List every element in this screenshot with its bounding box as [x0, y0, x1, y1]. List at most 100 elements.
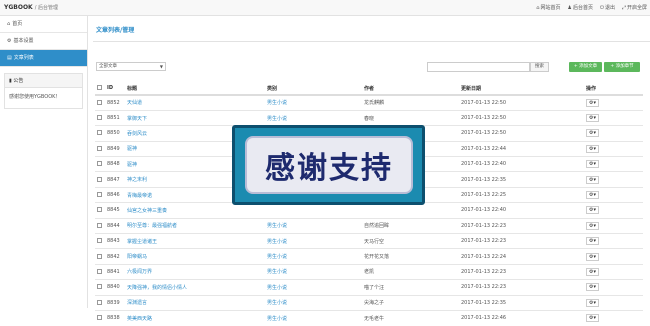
row-actions-cell: ⚙▾ — [584, 109, 643, 126]
row-title-link[interactable]: 明尔至尊：最强福航者 — [125, 217, 265, 234]
row-checkbox[interactable] — [97, 299, 102, 305]
row-checkbox[interactable] — [97, 238, 102, 244]
gear-icon[interactable]: ⚙▾ — [586, 98, 599, 107]
row-id: 8845 — [105, 202, 125, 219]
gear-icon[interactable]: ⚙▾ — [586, 206, 599, 215]
row-checkbox[interactable] — [97, 115, 102, 121]
row-checkbox[interactable] — [97, 207, 102, 213]
top-links: ⌂网站首页 ♟后台首页 ⏻退出 ⤢开启全屏 — [536, 4, 647, 11]
row-checkbox[interactable] — [97, 176, 102, 182]
brand-name[interactable]: YGBOOK — [4, 4, 33, 11]
add-chapter-button[interactable]: + 添加章节 — [604, 62, 640, 72]
col-id: ID — [105, 82, 125, 96]
row-checkbox[interactable] — [97, 192, 102, 198]
select-all-checkbox[interactable] — [97, 85, 102, 90]
row-checkbox[interactable] — [97, 130, 102, 136]
gear-icon[interactable]: ⚙▾ — [586, 283, 599, 292]
row-actions-cell: ⚙▾ — [584, 202, 643, 219]
page-title: 文章列表/管理 — [96, 27, 135, 34]
gear-icon[interactable]: ⚙▾ — [586, 221, 599, 230]
row-title-link[interactable]: 掌握尘道诸王 — [125, 233, 265, 249]
row-id: 8847 — [105, 171, 125, 188]
row-title-link[interactable]: 天仙道 — [125, 94, 265, 111]
row-category-link[interactable]: 男生小说 — [265, 279, 362, 296]
row-category-link[interactable]: 男生小说 — [265, 294, 362, 311]
row-checkbox[interactable] — [97, 268, 102, 274]
row-id: 8852 — [105, 94, 125, 111]
link-site-home[interactable]: ⌂网站首页 — [536, 4, 560, 11]
link-logout[interactable]: ⏻退出 — [600, 4, 615, 11]
row-date: 2017-01-13 22:35 — [459, 294, 584, 311]
add-article-button[interactable]: + 添加文章 — [569, 62, 602, 72]
row-author: 无毛老牛 — [362, 309, 459, 326]
row-select-cell — [95, 233, 105, 249]
user-icon: ♟ — [567, 5, 572, 11]
row-title-link[interactable]: 英美西天路 — [125, 309, 265, 326]
row-title-link[interactable]: 掌御天下 — [125, 109, 265, 126]
gear-icon[interactable]: ⚙▾ — [586, 191, 599, 200]
sidebar-item-home[interactable]: ⌂ 首页 — [0, 16, 87, 33]
category-filter-select[interactable]: 全部文章 ▼ — [96, 62, 166, 71]
gear-icon[interactable]: ⚙▾ — [586, 129, 599, 138]
row-checkbox[interactable] — [97, 253, 102, 259]
row-category-link[interactable] — [265, 202, 362, 219]
row-checkbox[interactable] — [97, 161, 102, 167]
gear-icon[interactable]: ⚙▾ — [586, 175, 599, 184]
row-author: 花开花又落 — [362, 248, 459, 265]
link-fullscreen-label: 开启全屏 — [626, 5, 647, 11]
search-button[interactable]: 搜索 — [530, 62, 549, 72]
thanks-overlay-banner: 感谢支持 — [232, 125, 425, 205]
notice-panel: ▮ 公告 感谢您使用YGBOOK！ — [4, 73, 83, 109]
row-author: 老凯 — [362, 263, 459, 280]
row-title-link[interactable]: 深渊遗言 — [125, 294, 265, 311]
row-select-cell — [95, 94, 105, 111]
table-header-row: ID 标题 类别 作者 更新日期 操作 — [95, 82, 643, 96]
row-select-cell — [95, 217, 105, 234]
brand-logo[interactable]: YGBOOK / 后台管理 — [4, 4, 58, 11]
table-row: 8840 天降强神，我的情侣小情人 男生小说 喵了个汪 2017-01-13 22:23… — [95, 279, 643, 296]
gear-icon[interactable]: ⚙▾ — [586, 237, 599, 246]
divider — [93, 41, 650, 42]
gear-icon[interactable]: ⚙▾ — [586, 252, 599, 261]
gear-icon[interactable]: ⚙▾ — [586, 298, 599, 307]
row-category-link[interactable]: 男生小说 — [265, 94, 362, 111]
gear-icon[interactable]: ⚙▾ — [586, 314, 599, 323]
row-category-link[interactable]: 男生小说 — [265, 233, 362, 249]
row-category-link[interactable]: 男生小说 — [265, 309, 362, 326]
row-author: 尖海之子 — [362, 294, 459, 311]
row-id: 8849 — [105, 140, 125, 157]
bookmark-icon: ▮ — [9, 78, 12, 84]
row-actions-cell: ⚙▾ — [584, 186, 643, 203]
row-title-link[interactable]: 六极闻万界 — [125, 263, 265, 280]
link-admin-home[interactable]: ♟后台首页 — [567, 4, 593, 11]
row-select-cell — [95, 125, 105, 142]
sidebar-item-articles[interactable]: ▤ 文章列表 — [0, 50, 87, 67]
row-category-link[interactable]: 男生小说 — [265, 263, 362, 280]
link-fullscreen[interactable]: ⤢开启全屏 — [622, 4, 647, 11]
home-icon: ⌂ — [7, 21, 11, 27]
row-title-link[interactable]: 天降强神，我的情侣小情人 — [125, 279, 265, 296]
row-checkbox[interactable] — [97, 222, 102, 228]
row-checkbox[interactable] — [97, 145, 102, 151]
gear-icon[interactable]: ⚙▾ — [586, 144, 599, 153]
row-id: 8843 — [105, 233, 125, 249]
row-category-link[interactable]: 男生小说 — [265, 248, 362, 265]
gear-icon[interactable]: ⚙▾ — [586, 114, 599, 123]
gear-icon[interactable]: ⚙▾ — [586, 160, 599, 169]
row-actions-cell: ⚙▾ — [584, 156, 643, 172]
sidebar-item-label: 首页 — [12, 21, 23, 27]
row-checkbox[interactable] — [97, 99, 102, 105]
search-input[interactable] — [427, 62, 530, 72]
row-id: 8844 — [105, 217, 125, 234]
row-category-link[interactable]: 男生小说 — [265, 217, 362, 234]
row-select-cell — [95, 248, 105, 265]
row-title-link[interactable]: 阳帝蜗马 — [125, 248, 265, 265]
row-category-link[interactable]: 男生小说 — [265, 109, 362, 126]
gear-icon: ⚙ — [7, 38, 12, 44]
row-title-link[interactable]: 仙宫之女神三重奏 — [125, 202, 265, 219]
gear-icon[interactable]: ⚙▾ — [586, 267, 599, 276]
table-row: 8852 天仙道 男生小说 龙氏麒麟 2017-01-13 22:50 ⚙▾ — [95, 94, 643, 111]
row-checkbox[interactable] — [97, 315, 102, 321]
sidebar-item-settings[interactable]: ⚙ 基本设置 — [0, 33, 87, 50]
row-checkbox[interactable] — [97, 284, 102, 290]
